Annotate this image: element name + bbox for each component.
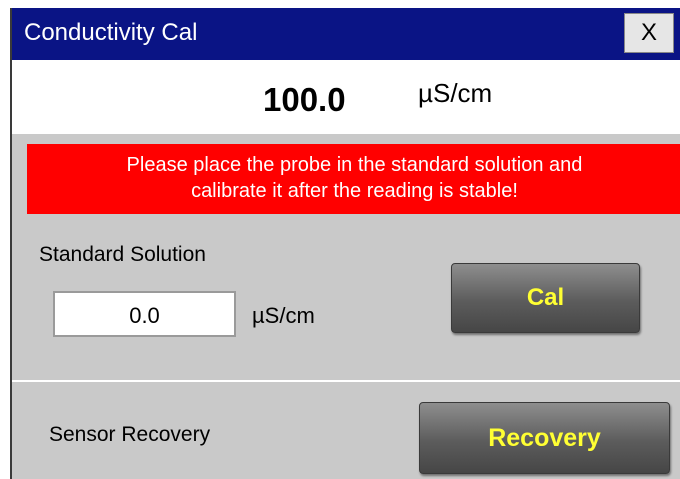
close-button[interactable]: X — [624, 13, 674, 53]
warning-line-1: Please place the probe in the standard s… — [126, 154, 583, 176]
recovery-panel: Sensor Recovery Recovery — [12, 380, 680, 479]
reading-value: 100.0 — [263, 81, 346, 118]
warning-line-2: calibrate it after the reading is stable… — [191, 180, 518, 202]
title-bar: Conductivity Cal X — [12, 8, 680, 60]
dialog-title: Conductivity Cal — [24, 19, 198, 46]
standard-solution-label: Standard Solution — [39, 243, 206, 266]
sensor-recovery-label: Sensor Recovery — [49, 423, 211, 446]
standard-solution-unit: µS/cm — [252, 303, 315, 328]
reading-display: 100.0 µS/cm — [12, 60, 680, 132]
reading-unit: µS/cm — [418, 78, 493, 108]
standard-solution-input[interactable] — [53, 291, 236, 337]
cal-button[interactable]: Cal — [451, 263, 640, 333]
warning-banner: Please place the probe in the standard s… — [27, 144, 680, 214]
recovery-button[interactable]: Recovery — [419, 402, 670, 474]
conductivity-cal-dialog: Conductivity Cal X 100.0 µS/cm Please pl… — [10, 8, 680, 479]
calibration-panel: Please place the probe in the standard s… — [12, 132, 680, 380]
